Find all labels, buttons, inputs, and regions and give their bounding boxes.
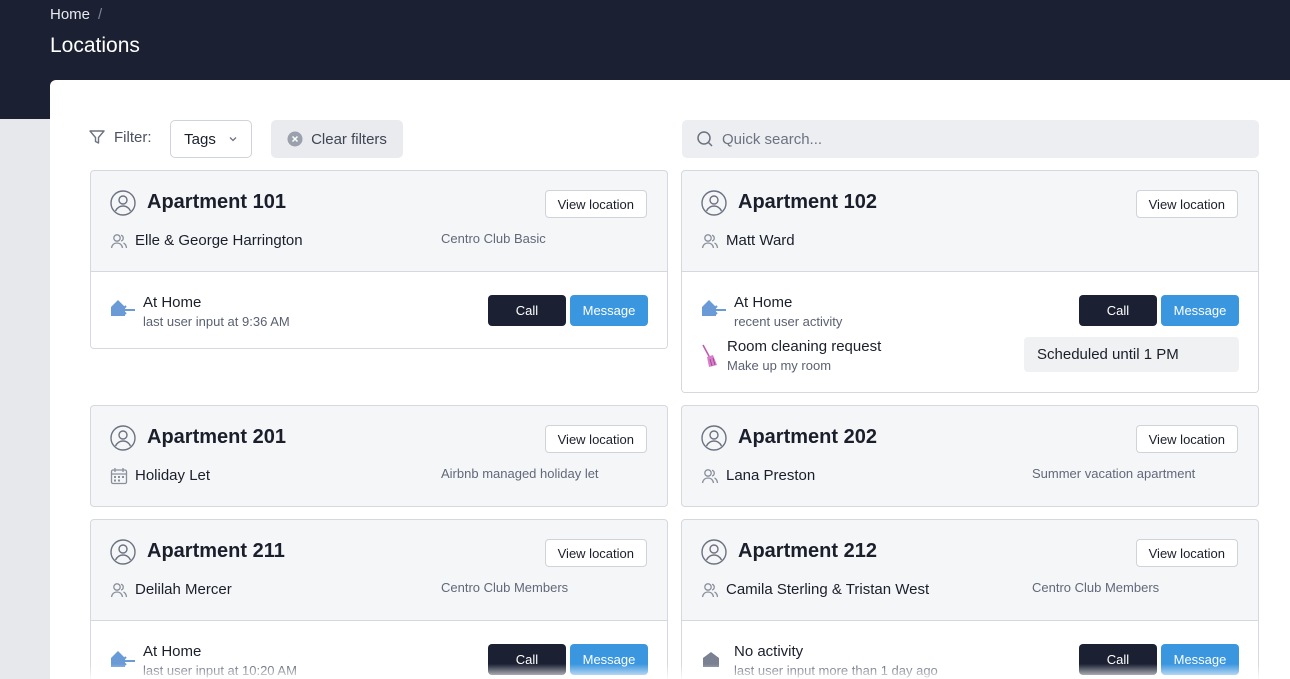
- card-title: Apartment 202: [738, 426, 877, 448]
- message-button[interactable]: Message: [570, 295, 648, 326]
- user-circle-icon: [701, 190, 727, 216]
- page-title: Locations: [50, 34, 140, 57]
- location-tag: Centro Club Basic: [441, 231, 546, 246]
- user-circle-icon: [110, 425, 136, 451]
- status-subtitle: last user input more than 1 day ago: [734, 663, 938, 678]
- location-tag: Summer vacation apartment: [1032, 466, 1196, 481]
- card-title: Apartment 211: [147, 540, 285, 562]
- occupant-name: Holiday Let: [135, 467, 211, 484]
- location-card-apartment-211: Apartment 211 View location Delilah Merc…: [90, 519, 668, 679]
- tags-dropdown[interactable]: Tags: [170, 120, 252, 158]
- location-tag: Centro Club Members: [441, 580, 569, 595]
- location-card-apartment-212: Apartment 212 View location Camila Sterl…: [681, 519, 1259, 679]
- search-icon: [697, 131, 713, 147]
- status-subtitle: last user input at 10:20 AM: [143, 663, 297, 678]
- breadcrumb-separator: /: [98, 6, 103, 23]
- user-circle-icon: [110, 190, 136, 216]
- location-card-apartment-102: Apartment 102 View location Matt Ward At…: [681, 170, 1259, 393]
- user-circle-icon: [701, 539, 727, 565]
- clear-filters-label: Clear filters: [311, 130, 387, 148]
- request-subtitle: Make up my room: [727, 358, 832, 373]
- home-arrow-icon: [111, 651, 135, 667]
- home-arrow-icon: [111, 300, 135, 316]
- breadcrumb-home[interactable]: Home: [50, 6, 90, 23]
- status-title: At Home: [143, 294, 202, 311]
- status-subtitle: last user input at 9:36 AM: [143, 314, 290, 329]
- view-location-button[interactable]: View location: [544, 539, 647, 567]
- message-button[interactable]: Message: [1161, 295, 1239, 326]
- users-icon: [701, 583, 719, 598]
- card-title: Apartment 201: [147, 426, 286, 448]
- location-tag: Airbnb managed holiday let: [441, 466, 599, 481]
- card-title: Apartment 102: [738, 191, 877, 213]
- occupant-name: Elle & George Harrington: [135, 232, 303, 249]
- status-title: At Home: [143, 643, 202, 660]
- occupant-name: Camila Sterling & Tristan West: [726, 581, 930, 598]
- chevron-down-icon: [229, 137, 237, 142]
- card-title: Apartment 101: [147, 191, 286, 213]
- call-button[interactable]: Call: [488, 295, 566, 326]
- card-title: Apartment 212: [738, 540, 877, 562]
- calendar-icon: [110, 468, 128, 485]
- status-title: No activity: [734, 643, 804, 660]
- occupant-name: Delilah Mercer: [135, 581, 232, 598]
- call-button[interactable]: Call: [1079, 295, 1157, 326]
- tags-label: Tags: [184, 130, 216, 148]
- call-button[interactable]: Call: [1079, 644, 1157, 675]
- location-card-apartment-202: Apartment 202 View location Lana Preston…: [681, 405, 1259, 507]
- call-button[interactable]: Call: [488, 644, 566, 675]
- occupant-name: Matt Ward: [726, 232, 795, 249]
- user-circle-icon: [701, 425, 727, 451]
- users-icon: [701, 469, 719, 484]
- view-location-button[interactable]: View location: [1135, 190, 1238, 218]
- users-icon: [701, 234, 719, 249]
- user-circle-icon: [110, 539, 136, 565]
- status-title: At Home: [734, 294, 793, 311]
- clear-filters-button[interactable]: Clear filters: [271, 120, 403, 158]
- users-icon: [110, 583, 128, 598]
- status-subtitle: recent user activity: [734, 314, 843, 329]
- message-button[interactable]: Message: [1161, 644, 1239, 675]
- filter-icon: [89, 130, 105, 144]
- location-card-apartment-101: Apartment 101 View location Elle & Georg…: [90, 170, 668, 349]
- message-button[interactable]: Message: [570, 644, 648, 675]
- view-location-button[interactable]: View location: [544, 425, 647, 453]
- close-circle-icon: [287, 131, 303, 147]
- filter-label: Filter:: [88, 128, 152, 146]
- broom-icon: [702, 344, 717, 367]
- quick-search: [682, 120, 1259, 158]
- view-location-button[interactable]: View location: [1135, 539, 1238, 567]
- occupant-name: Lana Preston: [726, 467, 816, 484]
- view-location-button[interactable]: View location: [544, 190, 647, 218]
- home-icon: [703, 652, 719, 667]
- request-title: Room cleaning request: [727, 338, 882, 355]
- users-icon: [110, 234, 128, 249]
- view-location-button[interactable]: View location: [1135, 425, 1238, 453]
- search-input[interactable]: [722, 130, 1242, 148]
- schedule-badge: Scheduled until 1 PM: [1024, 337, 1239, 372]
- location-card-apartment-201: Apartment 201 View location Holiday Let …: [90, 405, 668, 507]
- home-arrow-icon: [702, 300, 726, 316]
- breadcrumb: Home /: [50, 6, 102, 23]
- filter-label-text: Filter:: [114, 128, 152, 146]
- location-tag: Centro Club Members: [1032, 580, 1160, 595]
